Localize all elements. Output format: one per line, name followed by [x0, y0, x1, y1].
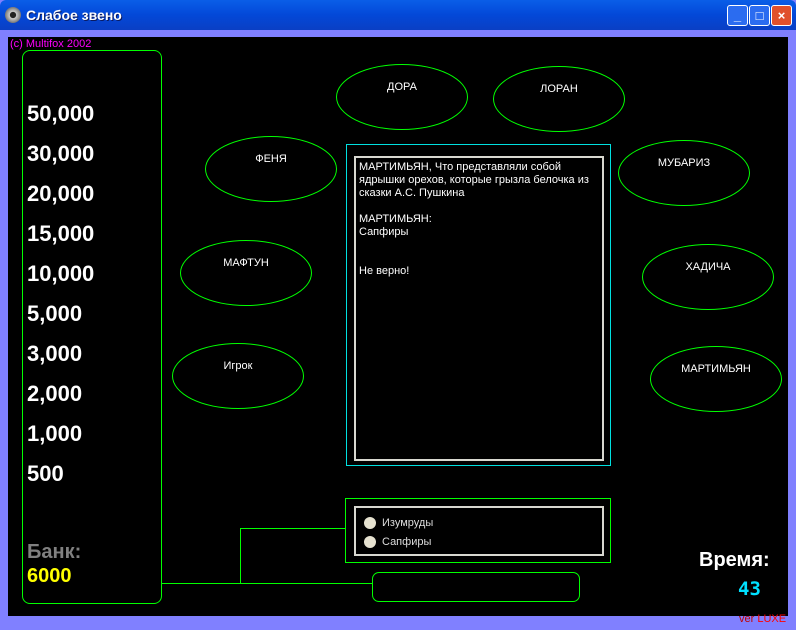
player-igrok: Игрок — [172, 343, 304, 409]
ladder-amount: 5,000 — [27, 301, 83, 326]
player-martimyan: МАРТИМЬЯН — [650, 346, 782, 412]
option-label: Изумруды — [382, 517, 434, 529]
option-izumrudy[interactable]: Изумруды — [364, 517, 433, 529]
connector-line — [240, 528, 345, 529]
bank-value: 6000 — [27, 565, 72, 587]
option-sapfiry[interactable]: Сапфиры — [364, 536, 431, 548]
radio-icon[interactable] — [364, 517, 376, 529]
copyright: (c) Multifox 2002 — [10, 38, 92, 50]
ladder-amount: 20,000 — [27, 181, 95, 206]
app-gear-icon[interactable] — [5, 7, 21, 23]
maximize-button[interactable]: □ — [749, 5, 770, 26]
radio-icon[interactable] — [364, 536, 376, 548]
ladder-amount: 2,000 — [27, 381, 83, 406]
player-loran: ЛОРАН — [493, 66, 625, 132]
ladder-amount: 10,000 — [27, 261, 95, 286]
timer-label: Время: — [699, 549, 770, 571]
ladder-amount: 50,000 — [27, 101, 95, 126]
answer-options: Изумруды Сапфиры — [354, 506, 604, 556]
version-label: ver LUXE — [739, 613, 786, 625]
minimize-button[interactable]: _ — [727, 5, 748, 26]
connector-line — [240, 528, 241, 584]
player-maftun: МАФТУН — [180, 240, 312, 306]
option-label: Сапфиры — [382, 536, 432, 548]
money-ladder-panel — [22, 50, 162, 604]
question-log: МАРТИМЬЯН, Что представляли собой ядрышк… — [354, 156, 604, 461]
answer-input-box[interactable] — [372, 572, 580, 602]
ladder-amount: 3,000 — [27, 341, 83, 366]
version-name: LUXE — [757, 613, 787, 625]
timer-value: 43 — [738, 578, 761, 600]
close-button[interactable]: × — [771, 5, 792, 26]
player-hadicha: ХАДИЧА — [642, 244, 774, 310]
player-dora: ДОРА — [336, 64, 468, 130]
connector-line — [162, 583, 372, 584]
bank-label: Банк: — [27, 541, 82, 563]
player-mubariz: МУБАРИЗ — [618, 140, 750, 206]
version-prefix: ver — [739, 613, 758, 625]
ladder-amount: 500 — [27, 461, 64, 486]
ladder-amount: 1,000 — [27, 421, 83, 446]
player-fenya: ФЕНЯ — [205, 136, 337, 202]
window-title: Слабое звено — [26, 7, 122, 23]
ladder-amount: 15,000 — [27, 221, 95, 246]
ladder-amount: 30,000 — [27, 141, 95, 166]
title-bar: Слабое звено _ □ × — [0, 0, 796, 30]
